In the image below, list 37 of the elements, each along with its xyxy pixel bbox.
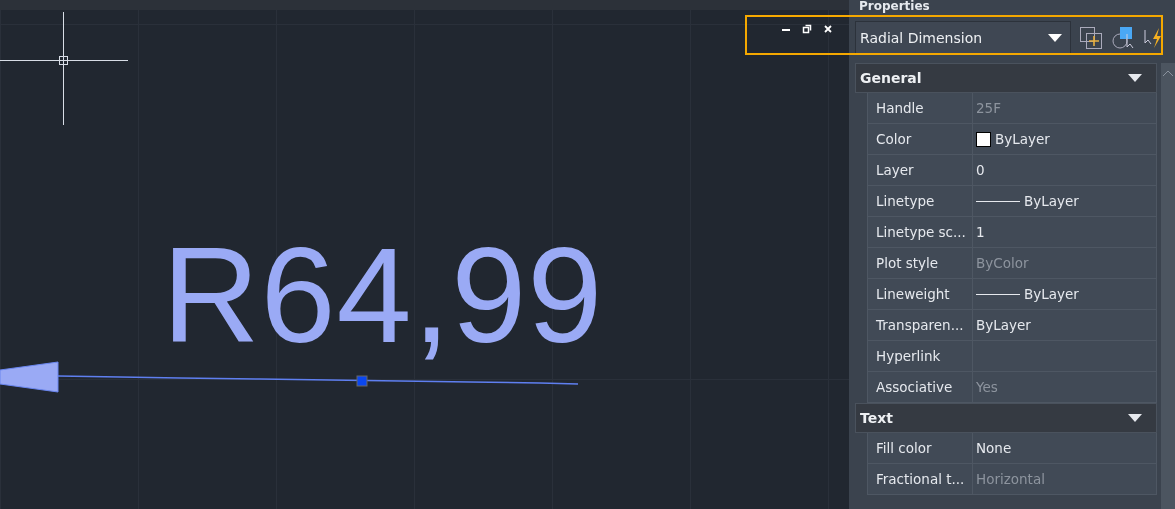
property-name: Linetype bbox=[868, 186, 973, 216]
property-value[interactable]: ByLayer bbox=[995, 131, 1050, 147]
property-value[interactable]: ByLayer bbox=[1024, 286, 1079, 302]
object-type-dropdown[interactable]: Radial Dimension bbox=[855, 21, 1071, 55]
property-name: Layer bbox=[868, 155, 973, 185]
line-sample bbox=[976, 200, 1020, 202]
property-value[interactable]: ByLayer bbox=[1024, 193, 1079, 209]
restore-icon[interactable] bbox=[802, 24, 812, 34]
quick-select-icon[interactable] bbox=[1111, 26, 1135, 50]
property-name: Fill color bbox=[868, 433, 973, 463]
property-name: Transparen... bbox=[868, 310, 973, 340]
property-name: Handle bbox=[868, 93, 973, 123]
section-header[interactable]: General bbox=[855, 63, 1157, 93]
collapse-arrow-icon bbox=[1128, 414, 1142, 422]
property-name: Fractional t... bbox=[868, 464, 973, 494]
property-value[interactable]: 0 bbox=[976, 162, 985, 178]
section-header[interactable]: Text bbox=[855, 403, 1157, 433]
property-name: Lineweight bbox=[868, 279, 973, 309]
close-icon[interactable] bbox=[823, 24, 833, 34]
dropdown-arrow-icon bbox=[1048, 34, 1062, 42]
property-value[interactable]: 1 bbox=[976, 224, 985, 240]
property-name: Plot style bbox=[868, 248, 973, 278]
property-value[interactable]: None bbox=[976, 440, 1012, 456]
add-selection-icon[interactable] bbox=[1079, 26, 1103, 50]
collapse-arrow-icon bbox=[1128, 74, 1142, 82]
property-name: Hyperlink bbox=[868, 341, 973, 371]
property-name: Color bbox=[868, 124, 973, 154]
property-name: Associative bbox=[868, 372, 973, 402]
property-name: Linetype sc... bbox=[868, 217, 973, 247]
panel-title: Properties bbox=[858, 0, 931, 12]
line-sample bbox=[976, 293, 1020, 295]
select-lightning-icon[interactable] bbox=[1143, 26, 1163, 50]
grip-handle[interactable] bbox=[356, 375, 368, 387]
scrollbar[interactable] bbox=[1161, 63, 1175, 509]
color-swatch bbox=[976, 131, 991, 147]
dimension-text[interactable]: R64,99 bbox=[162, 228, 604, 363]
property-value[interactable]: ByLayer bbox=[976, 317, 1031, 333]
